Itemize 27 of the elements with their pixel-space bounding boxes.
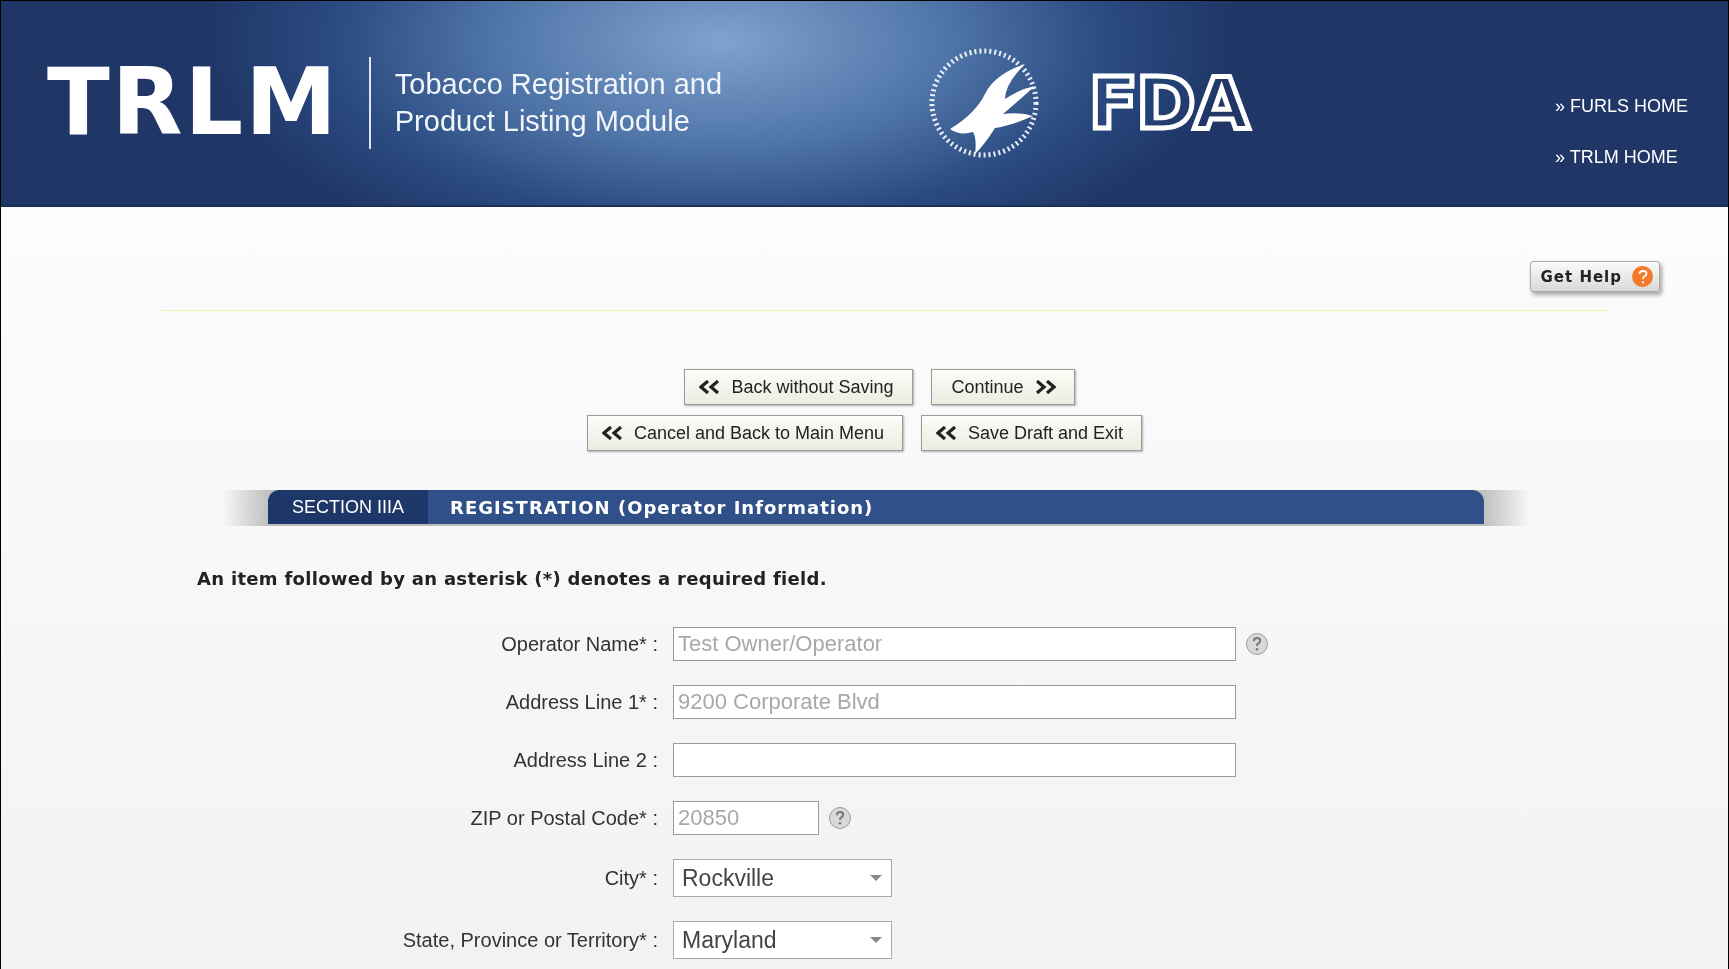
action-button[interactable]: Back without Saving <box>684 369 913 405</box>
field-label: ZIP or Postal Code* : <box>469 806 658 830</box>
double-chevron-left-icon <box>699 380 722 394</box>
action-button[interactable]: Cancel and Back to Main Menu <box>586 415 904 451</box>
header-link[interactable]: » TRLM HOME <box>1554 147 1688 168</box>
header-link[interactable]: » FURLS HOME <box>1554 96 1688 117</box>
field-label: State, Province or Territory* : <box>401 928 658 952</box>
double-chevron-left-icon <box>601 426 624 440</box>
caret-icon <box>869 874 883 882</box>
double-chevron-left-icon <box>936 426 959 440</box>
text-field[interactable] <box>673 743 1236 777</box>
dropdown[interactable]: Maryland <box>673 921 892 959</box>
help-icon <box>1632 266 1653 287</box>
required-note: An item followed by an asterisk (*) denotes a required field. <box>197 568 828 589</box>
dropdown[interactable]: Rockville <box>673 859 892 897</box>
field-label: Address Line 2 : <box>512 748 658 772</box>
help-button[interactable]: Get Help <box>1529 261 1660 292</box>
caret-icon <box>869 936 883 944</box>
app-subtitle: Tobacco Registration and Product Listing Module <box>394 67 724 139</box>
field-label: City* : <box>603 866 658 890</box>
section-title: REGISTRATION (Operator Information) <box>449 495 874 520</box>
action-button[interactable]: Continue <box>930 369 1075 405</box>
action-button[interactable]: Save Draft and Exit <box>921 415 1143 451</box>
field-label: Address Line 1* : <box>504 690 658 714</box>
app-logo: TRLM <box>47 57 371 149</box>
double-chevron-right-icon <box>1033 380 1056 394</box>
field-label: Operator Name* : <box>500 632 658 656</box>
